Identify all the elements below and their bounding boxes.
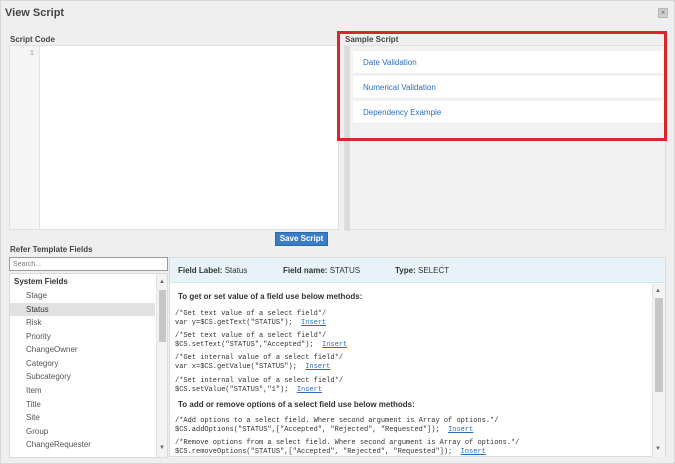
field-name-info: Field name: STATUS [283, 266, 360, 275]
insert-link[interactable]: Insert [297, 386, 322, 394]
methods-body: To get or set value of a field use below… [170, 284, 652, 457]
view-script-dialog: View Script × Script Code 1 Sample Scrip… [0, 0, 675, 464]
field-item-status[interactable]: Status [10, 303, 155, 316]
options-methods-title: To add or remove options of a select fie… [178, 400, 415, 409]
close-icon[interactable]: × [658, 8, 668, 18]
insert-link[interactable]: Insert [322, 341, 347, 349]
field-type-title: Type: [395, 266, 416, 275]
snippet-code: var y=$CS.getText("STATUS"); [175, 319, 293, 327]
snippet-comment: /*Get internal value of a select field*/ [175, 354, 344, 362]
snippet-get-value: /*Get internal value of a select field*/… [175, 354, 343, 372]
snippet-code: $CS.setValue("STATUS","1"); [175, 386, 289, 394]
sample-dependency-example-link[interactable]: Dependency Example [353, 101, 663, 124]
get-set-methods-title: To get or set value of a field use below… [178, 292, 363, 301]
sample-numerical-validation-link[interactable]: Numerical Validation [353, 76, 663, 99]
field-item-group[interactable]: Group [10, 425, 155, 438]
scroll-down-icon[interactable]: ▼ [655, 446, 661, 452]
script-code-editor[interactable]: 1 [9, 45, 339, 230]
field-info-header: Field Label: Status Field name: STATUS T… [170, 258, 665, 283]
field-item-risk[interactable]: Risk [10, 316, 155, 329]
line-gutter: 1 [10, 46, 40, 229]
field-search-input[interactable] [9, 257, 168, 271]
field-item-title[interactable]: Title [10, 398, 155, 411]
snippet-comment: /*Set internal value of a select field*/ [175, 377, 344, 385]
line-number: 1 [29, 50, 34, 58]
field-list-scrollbar[interactable]: ▲ ▼ [156, 274, 167, 457]
snippet-code: var x=$CS.getValue("STATUS"); [175, 363, 297, 371]
snippet-comment: /*Set text value of a select field*/ [175, 332, 327, 340]
field-item-priority[interactable]: Priority [10, 330, 155, 343]
snippet-set-value: /*Set internal value of a select field*/… [175, 377, 343, 395]
dialog-title: View Script [5, 7, 65, 19]
field-name-title: Field name: [283, 266, 328, 275]
field-item-subcategory[interactable]: Subcategory [10, 370, 155, 383]
field-list-scroll-thumb[interactable] [159, 290, 166, 342]
snippet-comment: /*Remove options from a select field. Wh… [175, 439, 520, 447]
title-bar: View Script × [1, 1, 674, 27]
snippet-code: $CS.addOptions("STATUS",["Accepted", "Re… [175, 426, 440, 434]
snippet-code: $CS.removeOptions("STATUS",["Accepted", … [175, 448, 453, 456]
insert-link[interactable]: Insert [305, 363, 330, 371]
insert-link[interactable]: Insert [461, 448, 486, 456]
field-item-site[interactable]: Site [10, 411, 155, 424]
field-item-category[interactable]: Category [10, 357, 155, 370]
field-list: System Fields Stage Status Risk Priority… [9, 273, 168, 458]
scroll-up-icon[interactable]: ▲ [159, 279, 165, 285]
sample-script-label: Sample Script [345, 35, 399, 44]
field-label-info: Field Label: Status [178, 266, 247, 275]
methods-scrollbar[interactable]: ▲ ▼ [652, 284, 665, 457]
snippet-comment: /*Add options to a select field. Where s… [175, 417, 499, 425]
field-label-title: Field Label: [178, 266, 223, 275]
field-name-value: STATUS [329, 266, 361, 275]
insert-link[interactable]: Insert [301, 319, 326, 327]
field-item-item[interactable]: Item [10, 384, 155, 397]
sample-script-panel: Date Validation Numerical Validation Dep… [344, 45, 666, 231]
methods-scroll-thumb[interactable] [655, 298, 663, 392]
snippet-add-options: /*Add options to a select field. Where s… [175, 417, 498, 435]
template-fields-label: Refer Template Fields [10, 245, 93, 254]
script-code-label: Script Code [10, 35, 55, 44]
snippet-code: $CS.setText("STATUS","Accepted"); [175, 341, 314, 349]
scroll-up-icon[interactable]: ▲ [655, 288, 661, 294]
field-item-changerequester[interactable]: ChangeRequester [10, 438, 155, 451]
system-fields-header: System Fields [14, 277, 68, 286]
field-label-value: Status [224, 266, 248, 275]
snippet-remove-options: /*Remove options from a select field. Wh… [175, 439, 519, 457]
snippet-set-text: /*Set text value of a select field*/ $CS… [175, 332, 347, 350]
field-item-changeowner[interactable]: ChangeOwner [10, 343, 155, 356]
sample-date-validation-link[interactable]: Date Validation [353, 51, 663, 74]
field-type-info: Type: SELECT [395, 266, 449, 275]
save-script-button[interactable]: Save Script [275, 232, 328, 246]
field-info-panel: Field Label: Status Field name: STATUS T… [169, 257, 666, 457]
insert-link[interactable]: Insert [448, 426, 473, 434]
sample-scrollbar[interactable] [345, 46, 350, 231]
field-item-stage[interactable]: Stage [10, 289, 155, 302]
snippet-get-text: /*Get text value of a select field*/ var… [175, 310, 326, 328]
field-type-value: SELECT [417, 266, 450, 275]
snippet-comment: /*Get text value of a select field*/ [175, 310, 327, 318]
scroll-down-icon[interactable]: ▼ [159, 445, 165, 451]
